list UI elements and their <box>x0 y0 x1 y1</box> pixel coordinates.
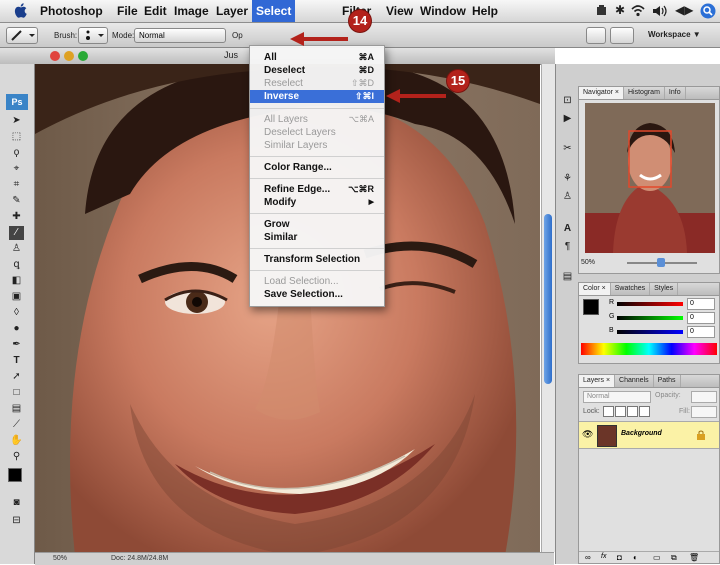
arrow-head-14 <box>290 32 304 46</box>
callout-arrows-overlay <box>290 32 446 103</box>
callout-badge-15: 15 <box>447 70 469 92</box>
callout-badge-14: 14 <box>349 10 371 32</box>
arrow-head-15 <box>386 89 400 103</box>
